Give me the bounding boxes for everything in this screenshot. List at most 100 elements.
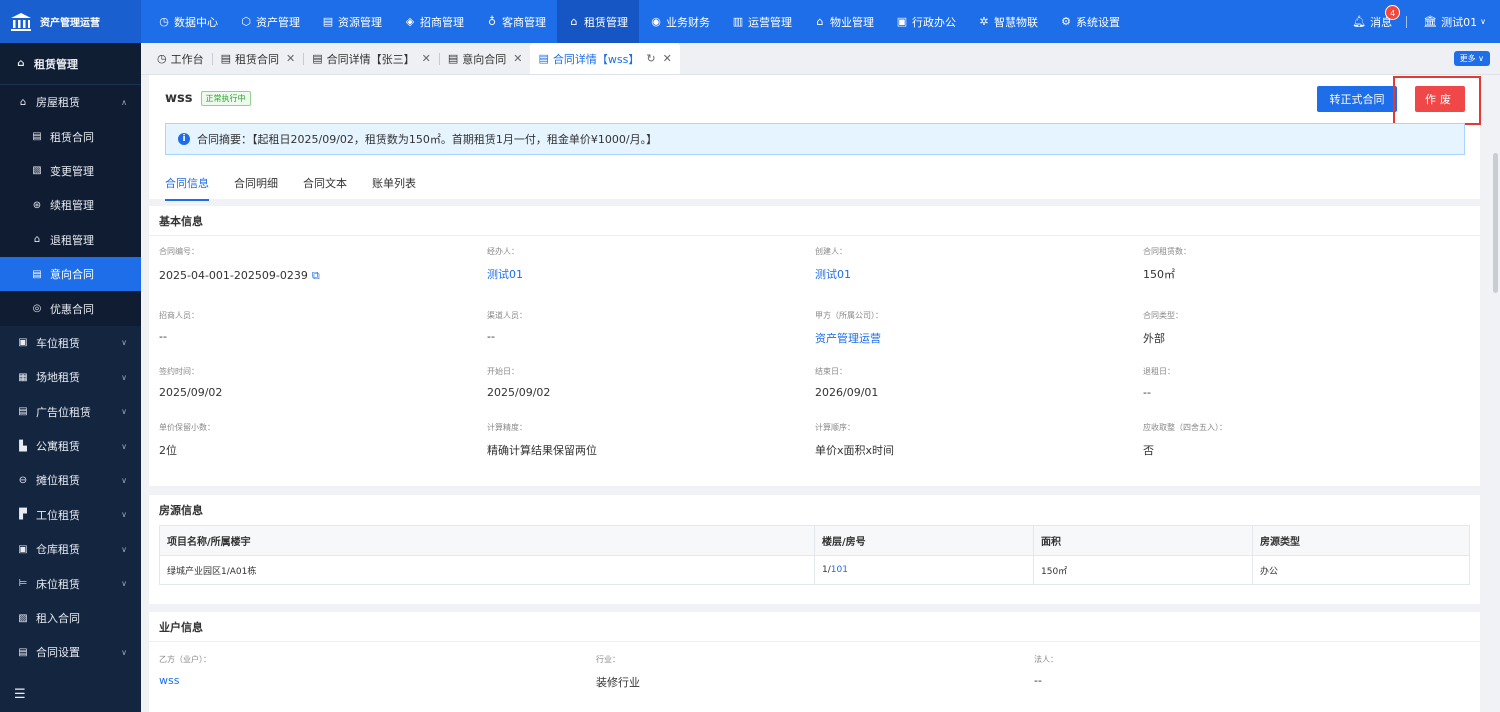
nav-data-center[interactable]: ◷ 数据中心 [147,0,229,43]
close-icon[interactable]: ✕ [286,52,295,65]
sidebar-item-change[interactable]: ▧ 变更管理 [0,153,141,189]
sidebar-item-label: 床位租赁 [36,577,80,591]
field-value: 精确计算结果保留两位 [487,444,597,457]
room-info-panel: 房源信息 项目名称/所属楼宇 楼层/房号 面积 房源类型 绿城产业园区1/A01… [149,495,1480,604]
refresh-icon[interactable]: ↻ [646,52,655,65]
sidebar-item-label: 意向合同 [50,268,94,282]
column-header: 房源类型 [1252,525,1470,556]
nav-settings[interactable]: ⚙ 系统设置 [1049,0,1131,43]
nav-label: 数据中心 [174,15,218,29]
field-label: 合同租赁数： [1143,247,1191,256]
sidebar-item-discount[interactable]: ◎ 优惠合同 [0,291,141,326]
close-icon[interactable]: ✕ [422,52,431,65]
nav-operation[interactable]: ▥ 运营管理 [721,0,803,43]
field-value[interactable]: wss [159,674,211,687]
tab-contract-info[interactable]: 合同信息 [165,175,209,201]
sidebar-item-venue[interactable]: ▦ 场地租赁 ∨ [0,360,141,394]
sidebar-item-lease-in[interactable]: ▨ 租入合同 [0,601,141,635]
sidebar-item-ad[interactable]: ▤ 广告位租赁 ∨ [0,395,141,429]
tab-contract-detail-zhangsan[interactable]: ▤ 合同详情【张三】 ✕ [304,43,439,74]
nav-label: 租赁管理 [584,15,628,29]
bell-icon: 🔔︎ [1352,15,1367,28]
contract-summary-alert: i 合同摘要：【起租日2025/09/02，租赁数为150㎡。首期租赁1月一付，… [165,123,1465,155]
sidebar-item-contract-settings[interactable]: ▤ 合同设置 ∨ [0,635,141,669]
org-icon: 🏛︎ [1423,15,1438,28]
bank-icon [11,12,31,31]
close-icon[interactable]: ✕ [513,52,522,65]
app-logo[interactable]: 资产管理运营 [0,0,141,43]
sidebar-item-checkout[interactable]: ⌂ 退租管理 [0,222,141,257]
field-recruiter: 招商人员： -- [159,310,199,343]
nav-asset[interactable]: ⬡ 资产管理 [229,0,311,43]
sidebar-item-booth[interactable]: ⊖ 摊位租赁 ∨ [0,463,141,497]
tab-label: 合同详情【张三】 [326,52,415,66]
sidebar-title: ⌂ 租赁管理 [0,43,141,85]
nav-resource[interactable]: ▤ 资源管理 [311,0,393,43]
nav-lease[interactable]: ⌂ 租赁管理 [557,0,639,43]
field-label: 应收取整（四舍五入）： [1143,423,1227,432]
nav-finance[interactable]: ◉ 业务财务 [639,0,721,43]
field-value[interactable]: 测试01 [487,266,523,282]
nav-label: 客商管理 [502,15,546,29]
nav-property[interactable]: ⌂ 物业管理 [803,0,885,43]
tab-workbench[interactable]: ◷ 工作台 [149,43,212,74]
field-creator: 创建人： 测试01 [815,246,851,282]
field-value: 2025/09/02 [487,386,551,399]
cell-project: 绿城产业园区1/A01栋 [159,555,815,585]
field-label: 乙方（业户）： [159,655,211,664]
edit-icon: ▧ [32,165,42,177]
sidebar-item-intent-contract[interactable]: ▤ 意向合同 [0,256,141,292]
field-value[interactable]: 测试01 [815,266,851,282]
sidebar-item-renew[interactable]: ⊛ 续租管理 [0,188,141,223]
field-value[interactable]: 资产管理运营 [815,330,883,346]
field-value: 外部 [1143,332,1165,345]
bed-icon: ⊨ [18,578,28,590]
chevron-down-icon: ∨ [121,338,127,348]
field-value-row: 2025-04-001-202509-0239 ⧉ [159,269,320,283]
convert-formal-button[interactable]: 转正式合同 [1317,86,1397,112]
tab-lease-contract[interactable]: ▤ 租赁合同 ✕ [213,43,304,74]
field-value: 150㎡ [1143,268,1175,281]
field-contract-type: 合同类型： 外部 [1143,310,1183,346]
field-label: 计算精度： [487,423,527,432]
venue-icon: ▦ [18,371,28,383]
nav-investment[interactable]: ◈ 招商管理 [393,0,475,43]
more-tabs-button[interactable]: 更多 ∨ [1453,51,1490,66]
chevron-down-icon: ∨ [121,372,127,382]
chevron-down-icon: ∨ [121,579,127,589]
app-title: 资产管理运营 [40,18,100,29]
status-badge: 正常执行中 [200,91,251,106]
collapse-menu-icon[interactable]: ☰ [14,687,26,702]
scrollbar[interactable] [1493,153,1498,293]
tab-intent-contract[interactable]: ▤ 意向合同 ✕ [440,43,531,74]
nav-label: 行政办公 [912,15,956,29]
main-content: wss 正常执行中 转正式合同 作废 i 合同摘要：【起租日2025/09/02… [141,75,1500,712]
nav-office[interactable]: ▣ 行政办公 [885,0,967,43]
tab-contract-detail-wss[interactable]: ▤ 合同详情【wss】 ↻ ✕ [530,43,680,74]
field-value: 否 [1143,444,1154,457]
field-label: 计算顺序： [815,423,855,432]
sidebar-item-warehouse[interactable]: ▣ 仓库租赁 ∨ [0,532,141,566]
divider [1406,15,1408,28]
tab-bill-list[interactable]: 账单列表 [372,175,416,201]
close-icon[interactable]: ✕ [663,52,672,65]
void-button[interactable]: 作废 [1415,86,1465,112]
sidebar-item-lease-contract[interactable]: ▤ 租赁合同 [0,119,141,154]
tab-contract-text[interactable]: 合同文本 [303,175,347,201]
nav-merchant[interactable]: ♁ 客商管理 [475,0,557,43]
messages-button[interactable]: 🔔︎ 消息 4 [1352,4,1401,30]
table-header-row: 项目名称/所属楼宇 楼层/房号 面积 房源类型 [159,525,1470,556]
sidebar-group-house-lease[interactable]: ⌂ 房屋租赁 ∧ [0,85,141,120]
tab-label: 租赁合同 [235,52,280,66]
sidebar-item-bed[interactable]: ⊨ 床位租赁 ∨ [0,566,141,600]
sidebar-item-parking[interactable]: ▣ 车位租赁 ∨ [0,326,141,360]
nav-iot[interactable]: ✲ 智慧物联 [967,0,1049,43]
copy-icon[interactable]: ⧉ [312,269,320,282]
column-header: 楼层/房号 [814,525,1034,556]
tab-contract-detail[interactable]: 合同明细 [234,175,278,201]
room-link[interactable]: 101 [831,565,848,575]
sidebar-item-workstation[interactable]: ▛ 工位租赁 ∨ [0,498,141,532]
sidebar-item-apartment[interactable]: ▙ 公寓租赁 ∨ [0,429,141,463]
user-menu[interactable]: 🏛︎ 测试01 ∨ [1423,14,1486,30]
chevron-down-icon: ∨ [121,510,127,520]
